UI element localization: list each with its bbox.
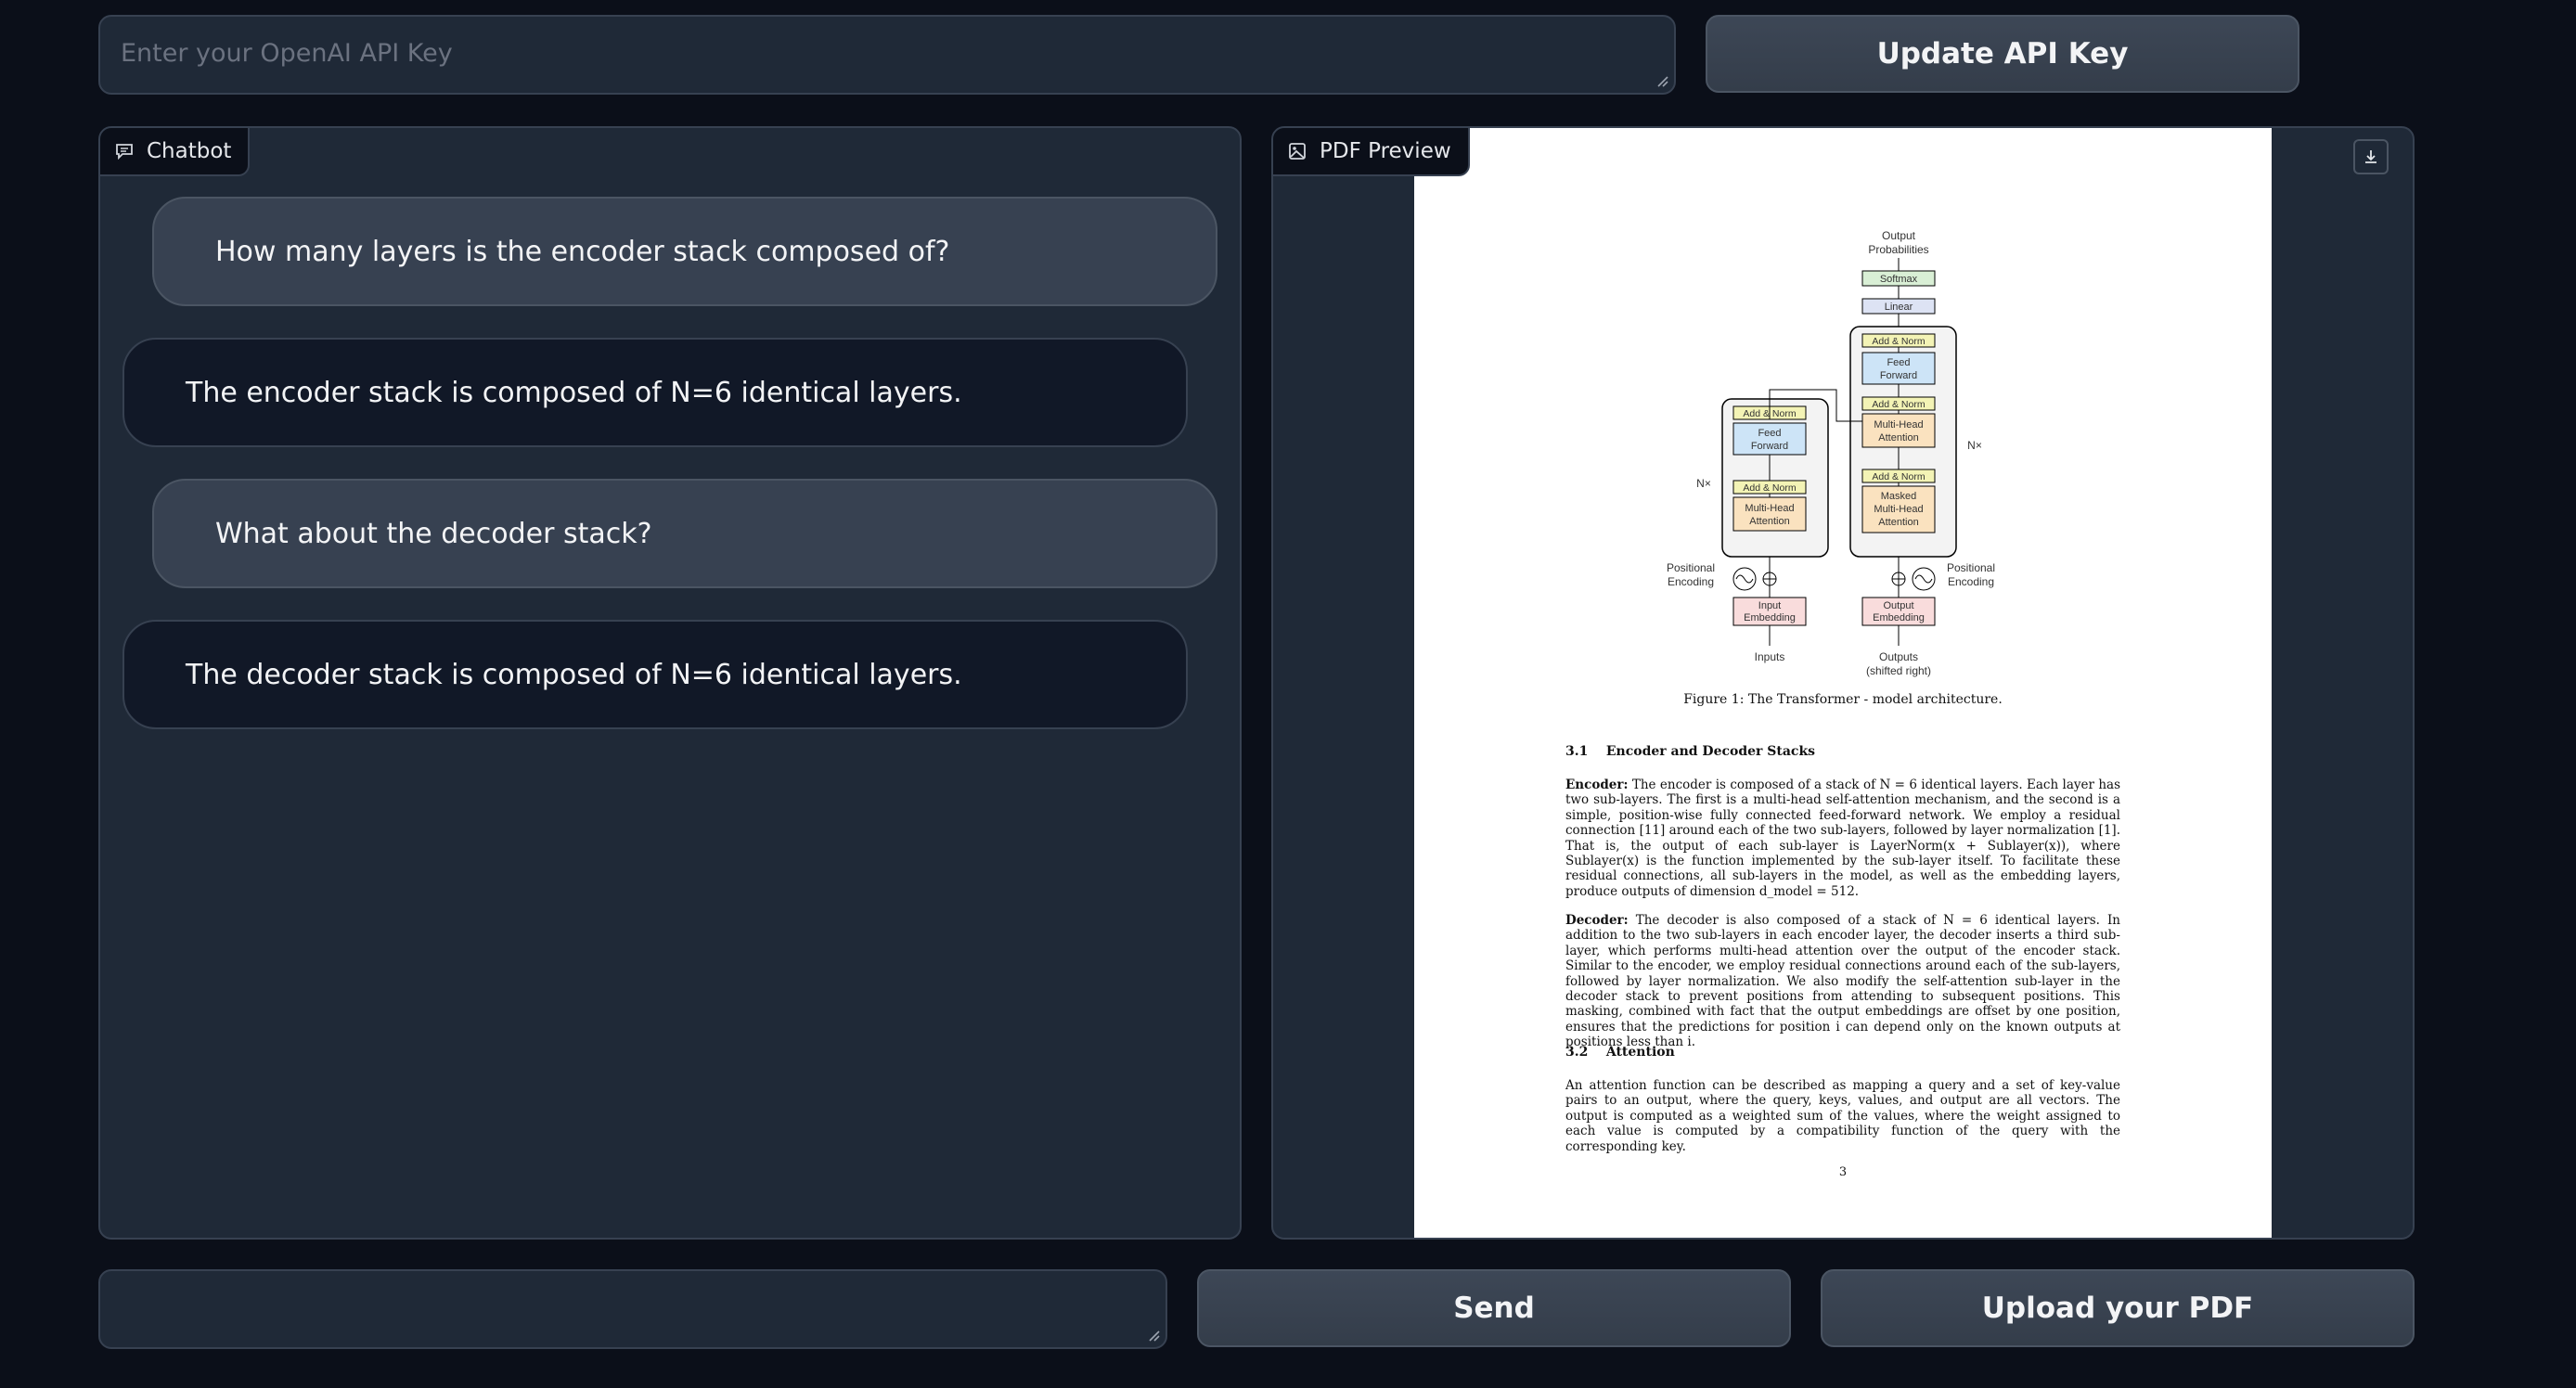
chat-message-assistant: The encoder stack is composed of N=6 ide… [122, 338, 1188, 447]
chat-message-assistant: The decoder stack is composed of N=6 ide… [122, 620, 1188, 729]
paragraph-title: Encoder: [1565, 778, 1629, 792]
svg-text:Encoding: Encoding [1668, 575, 1714, 588]
paragraph-body: The encoder is composed of a stack of N … [1565, 778, 2120, 899]
svg-text:Input: Input [1758, 600, 1781, 611]
pdf-page[interactable]: Output Probabilities Softmax Linear Add … [1414, 128, 2272, 1238]
svg-text:N×: N× [1967, 439, 1982, 452]
svg-text:Probabilities: Probabilities [1868, 243, 1928, 256]
message-input[interactable] [100, 1271, 1166, 1347]
svg-text:Add & Norm: Add & Norm [1743, 482, 1796, 494]
api-key-input[interactable] [100, 17, 1674, 93]
svg-text:Encoding: Encoding [1948, 575, 1994, 588]
encoder-paragraph: Encoder: The encoder is composed of a st… [1565, 778, 2120, 899]
decoder-paragraph: Decoder: The decoder is also composed of… [1565, 913, 2120, 1050]
page-number: 3 [1838, 1165, 1848, 1179]
transformer-architecture-figure: Output Probabilities Softmax Linear Add … [1667, 229, 1995, 677]
pdf-preview-panel: Output Probabilities Softmax Linear Add … [1271, 126, 2415, 1240]
message-text: What about the decoder stack? [215, 517, 652, 550]
svg-text:Feed: Feed [1758, 428, 1781, 439]
message-text: The decoder stack is composed of N=6 ide… [186, 658, 962, 691]
section-heading: 3.2 Attention [1565, 1045, 1675, 1060]
svg-text:Multi-Head: Multi-Head [1874, 419, 1923, 431]
resize-handle-icon[interactable] [1655, 74, 1668, 87]
svg-text:Feed: Feed [1887, 357, 1910, 368]
svg-text:Attention: Attention [1878, 432, 1918, 443]
svg-text:Add & Norm: Add & Norm [1872, 399, 1925, 410]
svg-text:Positional: Positional [1667, 561, 1715, 574]
svg-text:Attention: Attention [1878, 517, 1918, 528]
download-button[interactable] [2353, 139, 2389, 174]
svg-text:Multi-Head: Multi-Head [1745, 503, 1794, 514]
svg-text:Attention: Attention [1749, 516, 1789, 527]
svg-text:Outputs: Outputs [1879, 650, 1918, 663]
message-input-box[interactable] [98, 1269, 1167, 1349]
svg-text:Embedding: Embedding [1873, 612, 1925, 623]
section-heading: 3.1 Encoder and Decoder Stacks [1565, 744, 1816, 759]
chat-message-user: What about the decoder stack? [152, 479, 1217, 588]
send-button[interactable]: Send [1197, 1269, 1791, 1347]
message-text: The encoder stack is composed of N=6 ide… [186, 376, 962, 409]
paragraph-title: Decoder: [1565, 913, 1629, 928]
svg-text:Output: Output [1883, 600, 1913, 611]
svg-text:Masked: Masked [1881, 491, 1917, 502]
svg-text:Add & Norm: Add & Norm [1872, 471, 1925, 482]
chatbot-label-text: Chatbot [147, 139, 232, 163]
chat-message-user: How many layers is the encoder stack com… [152, 197, 1217, 306]
svg-text:Softmax: Softmax [1880, 274, 1918, 285]
update-api-key-button[interactable]: Update API Key [1706, 15, 2299, 93]
image-icon [1289, 143, 1306, 160]
svg-text:Positional: Positional [1947, 561, 1995, 574]
svg-text:Multi-Head: Multi-Head [1874, 504, 1923, 515]
download-icon [2365, 150, 2376, 163]
api-key-input-box[interactable] [98, 15, 1676, 95]
message-text: How many layers is the encoder stack com… [215, 235, 950, 268]
resize-handle-icon[interactable] [1147, 1329, 1160, 1342]
pdf-preview-label: PDF Preview [1273, 128, 1470, 176]
svg-text:Forward: Forward [1880, 370, 1917, 381]
svg-text:Output: Output [1882, 229, 1916, 242]
chatbot-label: Chatbot [100, 128, 251, 176]
pdf-preview-label-text: PDF Preview [1320, 139, 1451, 163]
paragraph-body: The decoder is also composed of a stack … [1565, 913, 2120, 1050]
svg-text:Embedding: Embedding [1744, 612, 1796, 623]
figure-caption: Figure 1: The Transformer - model archit… [1683, 692, 2003, 707]
svg-text:Forward: Forward [1751, 441, 1788, 452]
chat-icon [116, 144, 133, 160]
svg-text:Inputs: Inputs [1755, 650, 1785, 663]
chatbot-panel: Chatbot How many layers is the encoder s… [98, 126, 1242, 1240]
svg-text:Linear: Linear [1885, 302, 1913, 313]
attention-paragraph: An attention function can be described a… [1565, 1078, 2120, 1154]
svg-text:(shifted right): (shifted right) [1866, 664, 1931, 677]
svg-text:Add & Norm: Add & Norm [1872, 336, 1925, 347]
upload-pdf-button[interactable]: Upload your PDF [1821, 1269, 2415, 1347]
svg-text:N×: N× [1696, 477, 1711, 490]
